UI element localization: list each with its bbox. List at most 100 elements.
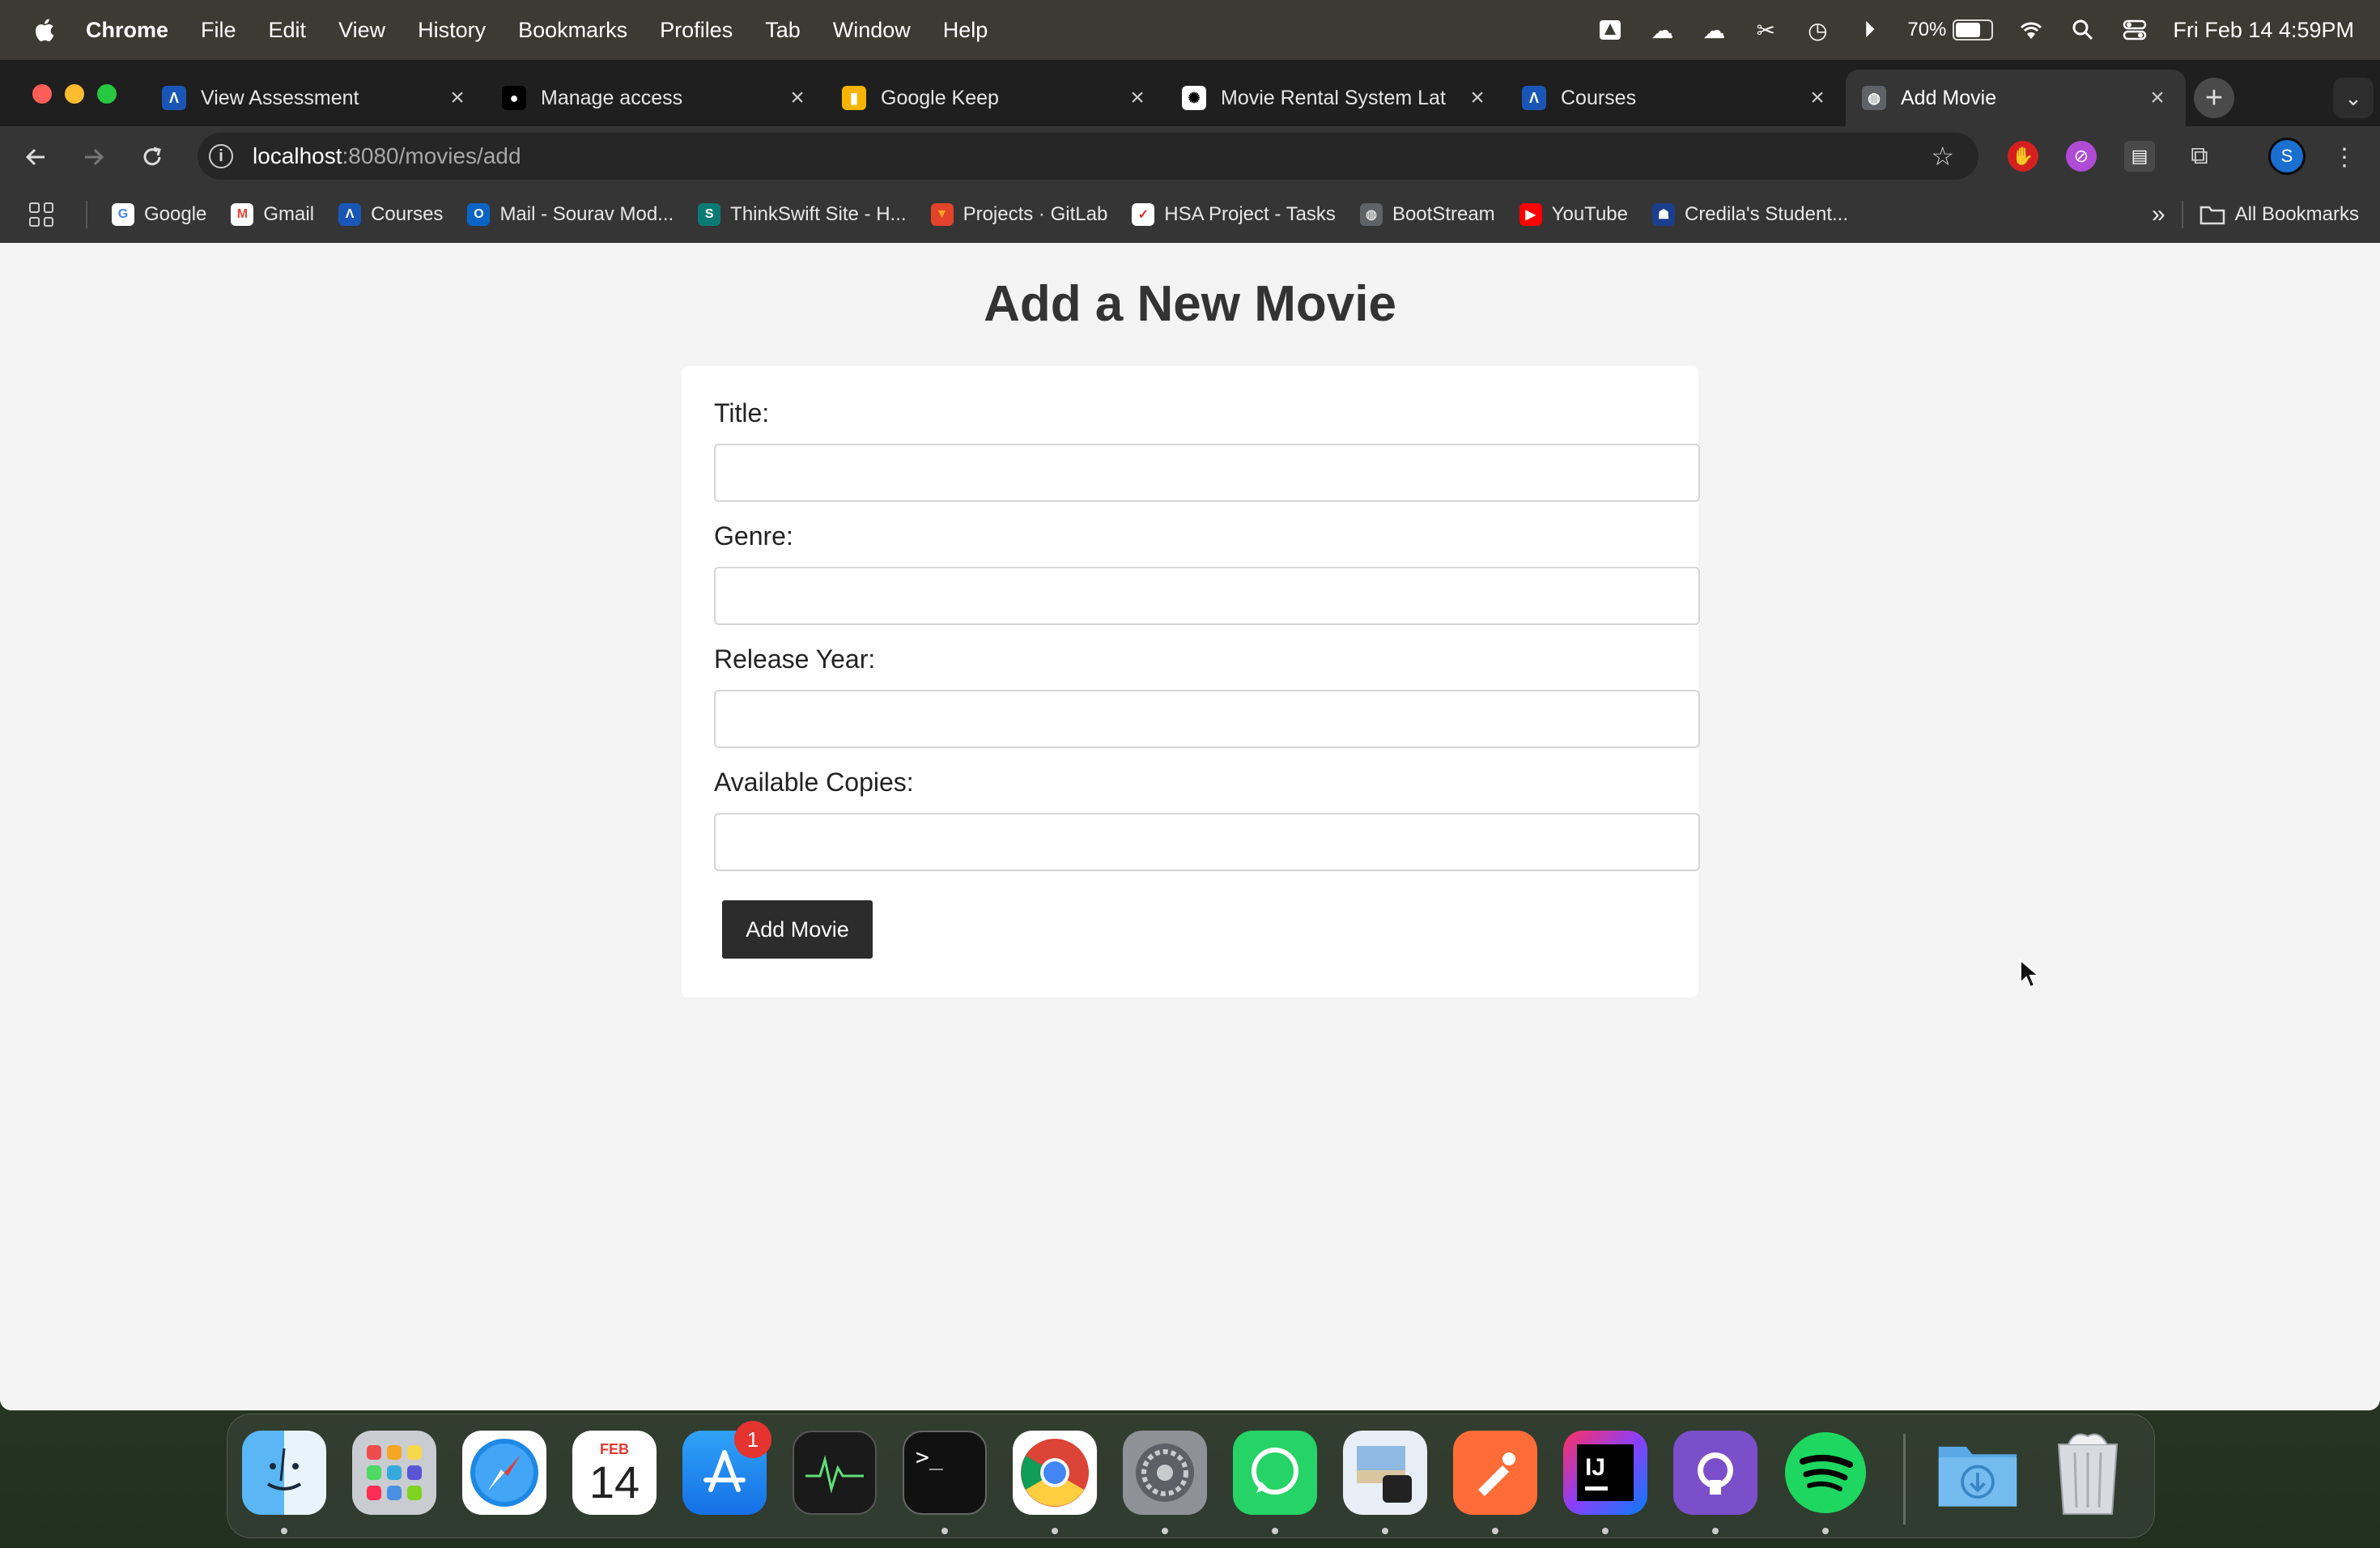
bookmark-item[interactable]: ◍ BootStream: [1359, 203, 1495, 226]
wifi-icon[interactable]: [2017, 18, 2045, 42]
tab-title: Google Keep: [881, 86, 999, 109]
forward-button[interactable]: [76, 139, 112, 175]
bookmarks-right: » All Bookmarks: [2152, 201, 2359, 228]
site-info-icon[interactable]: i: [209, 144, 233, 168]
close-tab-icon[interactable]: ×: [2145, 84, 2170, 112]
more-menu-icon[interactable]: ⋮: [2327, 139, 2362, 175]
chrome-icon[interactable]: [1013, 1431, 1097, 1515]
close-tab-icon[interactable]: ×: [1125, 84, 1150, 112]
menu-history[interactable]: History: [418, 18, 486, 43]
battery-status[interactable]: 70%: [1907, 19, 1994, 41]
bookmarks-overflow-icon[interactable]: »: [2152, 201, 2165, 228]
bookmark-item[interactable]: Λ Courses: [338, 203, 443, 226]
release-year-input[interactable]: [714, 690, 1700, 748]
cloud-icon[interactable]: ☁: [1648, 18, 1676, 43]
finder-icon[interactable]: [242, 1431, 326, 1515]
system-settings-icon[interactable]: [1123, 1431, 1207, 1515]
add-movie-button[interactable]: Add Movie: [722, 900, 873, 959]
canvas-icon: Λ: [1522, 86, 1546, 110]
bookmark-item[interactable]: M Gmail: [231, 203, 314, 226]
intellij-running-dot: [1602, 1528, 1609, 1534]
google-drive-icon[interactable]: [1596, 18, 1624, 42]
printer-extension-icon[interactable]: ▤: [2124, 141, 2155, 172]
tab-google-keep[interactable]: ▮ Google Keep ×: [826, 70, 1166, 126]
launchpad-icon[interactable]: [352, 1431, 436, 1515]
menu-app-name[interactable]: Chrome: [86, 18, 168, 43]
bookmark-item[interactable]: G Google: [112, 203, 206, 226]
cloud-sync-icon[interactable]: ☁: [1700, 18, 1728, 43]
activity-monitor-icon[interactable]: [793, 1431, 877, 1515]
bookmark-item[interactable]: ▶ YouTube: [1519, 203, 1628, 226]
tab-manage-access[interactable]: ● Manage access ×: [486, 70, 826, 126]
address-bar[interactable]: i localhost:8080/movies/add ☆: [198, 133, 1978, 180]
postman-icon[interactable]: [1453, 1431, 1537, 1515]
close-window-button[interactable]: [32, 84, 52, 104]
apple-icon[interactable]: [32, 17, 55, 43]
tab-courses[interactable]: Λ Courses ×: [1506, 70, 1846, 126]
tab-title: View Assessment: [201, 86, 359, 109]
zoom-window-button[interactable]: [97, 84, 117, 104]
downloads-folder-icon[interactable]: [1936, 1431, 2020, 1515]
menubar-clock[interactable]: Fri Feb 14 4:59PM: [2173, 18, 2354, 43]
menu-edit[interactable]: Edit: [269, 18, 307, 43]
bookmark-item[interactable]: ✓ HSA Project - Tasks: [1132, 203, 1336, 226]
scissors-icon[interactable]: ✂: [1752, 18, 1779, 43]
battery-percent: 70%: [1907, 19, 1947, 40]
bookmark-item[interactable]: O Mail - Sourav Mod...: [467, 203, 674, 226]
menu-bar: Chrome File Edit View History Bookmarks …: [0, 0, 2380, 60]
title-input[interactable]: [714, 444, 1700, 502]
menu-file[interactable]: File: [201, 18, 236, 43]
canvas-icon: Λ: [338, 203, 362, 226]
bookmark-list: G Google M Gmail Λ Courses O Mail - Sourav Mod.…: [112, 203, 1872, 226]
bookmark-star-icon[interactable]: ☆: [1931, 141, 1954, 172]
bookmark-item[interactable]: ▼ Projects · GitLab: [930, 203, 1107, 226]
close-tab-icon[interactable]: ×: [445, 84, 470, 112]
menu-help[interactable]: Help: [943, 18, 988, 43]
menu-view[interactable]: View: [338, 18, 385, 43]
close-tab-icon[interactable]: ×: [1805, 84, 1830, 112]
close-tab-icon[interactable]: ×: [785, 84, 810, 112]
reload-button[interactable]: [134, 139, 170, 175]
menu-profiles[interactable]: Profiles: [660, 18, 733, 43]
tab-search-chevron-icon[interactable]: ⌄: [2333, 78, 2374, 118]
safari-icon[interactable]: [462, 1431, 546, 1515]
web-page: Add a New Movie Title: Genre: Release Ye…: [0, 243, 2380, 1410]
intellij-icon[interactable]: IJ: [1563, 1431, 1647, 1515]
control-center-icon[interactable]: [2121, 18, 2148, 42]
calendar-icon[interactable]: FEB 14: [572, 1431, 657, 1515]
preview-icon[interactable]: [1343, 1431, 1427, 1515]
profile-avatar[interactable]: S: [2268, 138, 2306, 175]
spotlight-search-icon[interactable]: [2069, 18, 2097, 42]
bookmark-label: ThinkSwift Site - H...: [730, 203, 907, 225]
arrow-left-icon: [25, 148, 45, 166]
play-circle-icon[interactable]: ⏵: [1855, 17, 1883, 42]
privacy-extension-icon[interactable]: ⊘: [2066, 141, 2097, 172]
menu-tab[interactable]: Tab: [765, 18, 801, 43]
github-desktop-icon[interactable]: [1673, 1431, 1757, 1515]
extensions-puzzle-icon[interactable]: ⧉: [2184, 141, 2215, 172]
genre-input[interactable]: [714, 567, 1700, 625]
back-button[interactable]: [18, 139, 53, 175]
all-bookmarks-button[interactable]: All Bookmarks: [2199, 203, 2359, 226]
new-tab-button[interactable]: +: [2194, 78, 2234, 118]
time-machine-icon[interactable]: ◷: [1804, 18, 1831, 43]
tab-movie-rental-system-lat[interactable]: ✺ Movie Rental System Lat ×: [1166, 70, 1506, 126]
whatsapp-icon[interactable]: [1233, 1431, 1317, 1515]
minimize-window-button[interactable]: [65, 84, 84, 104]
tab-view-assessment[interactable]: Λ View Assessment ×: [146, 70, 486, 126]
window-controls: [32, 84, 117, 104]
bookmark-item[interactable]: ☗ Credila's Student...: [1651, 203, 1848, 226]
terminal-icon[interactable]: >_: [903, 1431, 987, 1515]
menu-window[interactable]: Window: [833, 18, 911, 43]
tab-title: Movie Rental System Lat: [1221, 86, 1446, 109]
close-tab-icon[interactable]: ×: [1465, 84, 1490, 112]
trash-icon[interactable]: [2046, 1431, 2130, 1515]
tab-add-movie[interactable]: ◍ Add Movie ×: [1846, 70, 2186, 126]
apps-grid-icon[interactable]: [29, 202, 53, 227]
menu-bookmarks[interactable]: Bookmarks: [518, 18, 627, 43]
adblock-extension-icon[interactable]: ✋: [2008, 141, 2038, 172]
bookmark-item[interactable]: S ThinkSwift Site - H...: [698, 203, 907, 226]
spotify-icon[interactable]: [1783, 1431, 1868, 1515]
available-copies-input[interactable]: [714, 813, 1700, 871]
whatsapp-running-dot: [1272, 1528, 1278, 1534]
